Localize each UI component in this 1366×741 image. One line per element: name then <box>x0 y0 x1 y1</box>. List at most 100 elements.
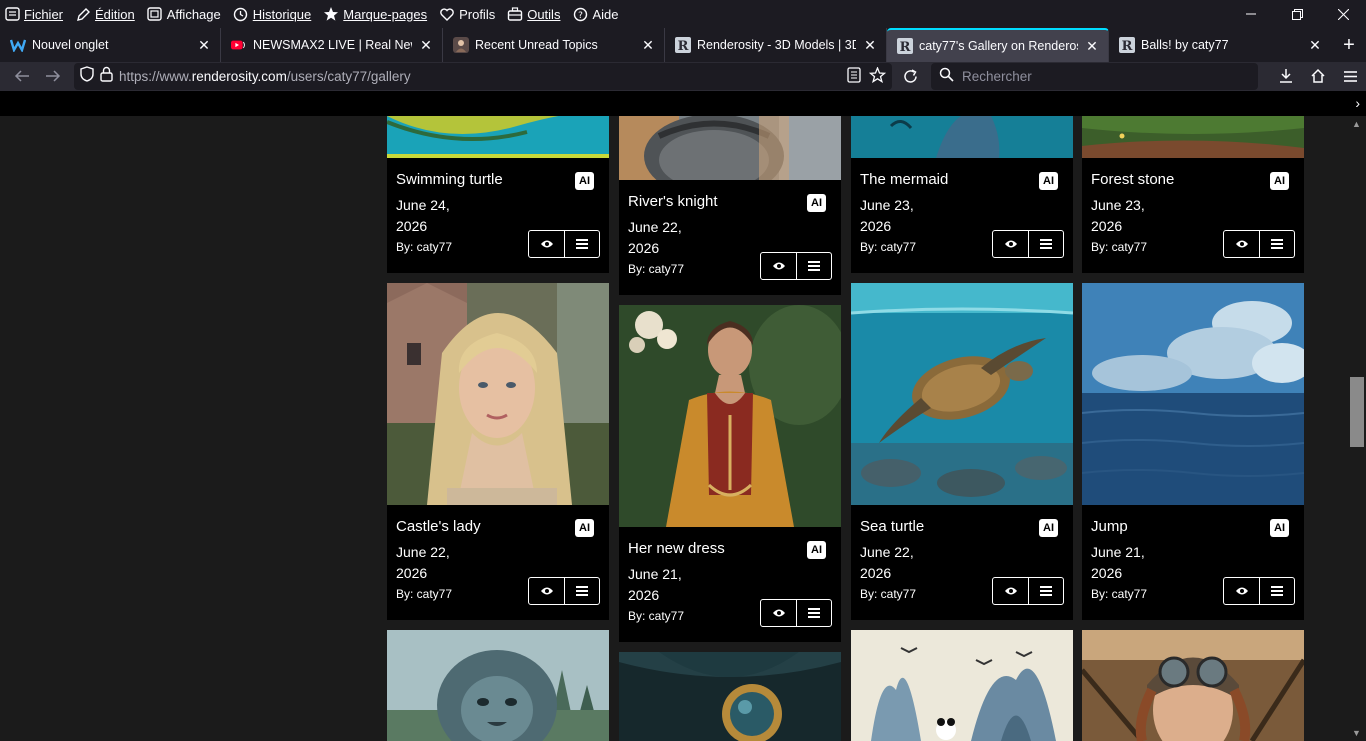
artwork-thumbnail[interactable] <box>851 630 1073 741</box>
artwork-title[interactable]: Castle's lady <box>396 518 481 535</box>
view-button[interactable] <box>993 578 1028 604</box>
close-window-icon[interactable] <box>1320 0 1366 28</box>
view-button[interactable] <box>1224 231 1259 257</box>
close-tab-icon[interactable]: ✕ <box>196 37 212 53</box>
close-tab-icon[interactable]: ✕ <box>1307 37 1323 53</box>
tab-caty77-gallery[interactable]: R caty77's Gallery on Renderosity ✕ <box>887 28 1109 62</box>
gallery-card[interactable] <box>1082 630 1304 741</box>
view-button[interactable] <box>529 231 564 257</box>
gallery-card[interactable] <box>851 630 1073 741</box>
tab-renderosity[interactable]: R Renderosity - 3D Models | 3D S ✕ <box>665 28 887 62</box>
artwork-thumbnail[interactable] <box>387 283 609 505</box>
menu-outils[interactable]: Outils <box>501 0 566 28</box>
close-tab-icon[interactable]: ✕ <box>640 37 656 53</box>
menu-edition[interactable]: Édition <box>69 0 141 28</box>
search-bar[interactable] <box>931 63 1258 90</box>
scrollbar-thumb[interactable] <box>1350 377 1364 447</box>
restore-icon[interactable] <box>1274 0 1320 28</box>
view-button[interactable] <box>761 600 796 626</box>
menu-button[interactable] <box>796 600 831 626</box>
lock-icon[interactable] <box>100 66 113 87</box>
bookmark-star-icon[interactable] <box>868 66 887 88</box>
tab-balls[interactable]: R Balls! by caty77 ✕ <box>1109 28 1331 62</box>
chevron-right-icon[interactable]: › <box>1355 95 1360 111</box>
menu-profils[interactable]: Profils <box>433 0 501 28</box>
forward-arrow-icon[interactable] <box>38 62 68 90</box>
gallery-card[interactable]: Castle's lady AI June 22, 2026 By: caty77 <box>387 283 609 620</box>
menu-button[interactable] <box>1259 231 1294 257</box>
view-button[interactable] <box>993 231 1028 257</box>
artwork-author[interactable]: By: caty77 <box>396 240 452 254</box>
view-button[interactable] <box>761 253 796 279</box>
artwork-title[interactable]: Sea turtle <box>860 518 924 535</box>
gallery-card[interactable]: The mermaid AI June 23, 2026 By: caty77 <box>851 116 1073 273</box>
menu-button[interactable] <box>564 231 599 257</box>
hamburger-menu-icon[interactable] <box>1334 62 1366 90</box>
tab-nouvel-onglet[interactable]: Nouvel onglet ✕ <box>0 28 221 62</box>
artwork-author[interactable]: By: caty77 <box>860 240 916 254</box>
tab-newsmax[interactable]: NEWSMAX2 LIVE | Real News ✕ <box>221 28 443 62</box>
close-tab-icon[interactable]: ✕ <box>418 37 434 53</box>
menu-affichage[interactable]: Affichage <box>141 0 227 28</box>
menu-aide[interactable]: ? Aide <box>566 0 624 28</box>
gallery-card[interactable] <box>387 630 609 741</box>
search-input[interactable] <box>962 69 1242 84</box>
gallery-card[interactable]: Her new dress AI June 21, 2026 By: caty77 <box>619 305 841 642</box>
artwork-title[interactable]: Jump <box>1091 518 1128 535</box>
card-info: River's knight AI June 22, 2026 By: caty7… <box>619 180 841 295</box>
gallery-card[interactable]: River's knight AI June 22, 2026 By: caty7… <box>619 116 841 295</box>
artwork-thumbnail[interactable] <box>387 630 609 741</box>
menu-button[interactable] <box>796 253 831 279</box>
scroll-down-icon[interactable]: ▼ <box>1352 728 1361 738</box>
gallery-card[interactable]: Swimming turtle AI June 24, 2026 By: caty… <box>387 116 609 273</box>
artwork-author[interactable]: By: caty77 <box>396 587 452 601</box>
artwork-thumbnail[interactable] <box>387 116 609 158</box>
artwork-title[interactable]: River's knight <box>628 193 718 210</box>
artwork-title[interactable]: The mermaid <box>860 171 948 188</box>
reader-view-icon[interactable] <box>847 67 861 88</box>
view-button[interactable] <box>529 578 564 604</box>
artwork-author[interactable]: By: caty77 <box>1091 240 1147 254</box>
artwork-title[interactable]: Swimming turtle <box>396 171 503 188</box>
download-icon[interactable] <box>1270 62 1302 90</box>
back-arrow-icon[interactable] <box>7 62 37 90</box>
menu-marque-pages[interactable]: Marque-pages <box>317 0 433 28</box>
url-text[interactable]: https://www.renderosity.com/users/caty77… <box>119 69 411 84</box>
scroll-up-icon[interactable]: ▲ <box>1352 119 1361 129</box>
close-tab-icon[interactable]: ✕ <box>1084 38 1100 54</box>
artwork-thumbnail[interactable] <box>1082 283 1304 505</box>
artwork-thumbnail[interactable] <box>851 116 1073 158</box>
artwork-author[interactable]: By: caty77 <box>1091 587 1147 601</box>
page-scrollbar[interactable]: ▲ ▼ <box>1348 116 1366 741</box>
artwork-author[interactable]: By: caty77 <box>628 262 684 276</box>
url-bar[interactable]: https://www.renderosity.com/users/caty77… <box>74 63 892 90</box>
artwork-title[interactable]: Forest stone <box>1091 171 1174 188</box>
view-button[interactable] <box>1224 578 1259 604</box>
artwork-title[interactable]: Her new dress <box>628 540 725 557</box>
artwork-author[interactable]: By: caty77 <box>860 587 916 601</box>
reload-icon[interactable] <box>897 63 923 90</box>
gallery-card[interactable]: Jump AI June 21, 2026 By: caty77 <box>1082 283 1304 620</box>
gallery-card[interactable]: Sea turtle AI June 22, 2026 By: caty77 <box>851 283 1073 620</box>
menu-fichier[interactable]: Fichier <box>0 0 69 28</box>
tab-recent-unread[interactable]: Recent Unread Topics ✕ <box>443 28 665 62</box>
menu-button[interactable] <box>1028 578 1063 604</box>
home-icon[interactable] <box>1302 62 1334 90</box>
artwork-thumbnail[interactable] <box>619 305 841 527</box>
gallery-card[interactable]: Forest stone AI June 23, 2026 By: caty77 <box>1082 116 1304 273</box>
menu-button[interactable] <box>1259 578 1294 604</box>
artwork-thumbnail[interactable] <box>619 116 841 180</box>
artwork-thumbnail[interactable] <box>619 652 841 741</box>
artwork-thumbnail[interactable] <box>1082 630 1304 741</box>
new-tab-button[interactable]: + <box>1332 28 1366 62</box>
artwork-author[interactable]: By: caty77 <box>628 609 684 623</box>
artwork-thumbnail[interactable] <box>1082 116 1304 158</box>
minimize-icon[interactable] <box>1228 0 1274 28</box>
gallery-card[interactable] <box>619 652 841 741</box>
close-tab-icon[interactable]: ✕ <box>862 37 878 53</box>
menu-historique[interactable]: Historique <box>227 0 318 28</box>
menu-button[interactable] <box>564 578 599 604</box>
shield-icon[interactable] <box>80 66 94 87</box>
artwork-thumbnail[interactable] <box>851 283 1073 505</box>
menu-button[interactable] <box>1028 231 1063 257</box>
